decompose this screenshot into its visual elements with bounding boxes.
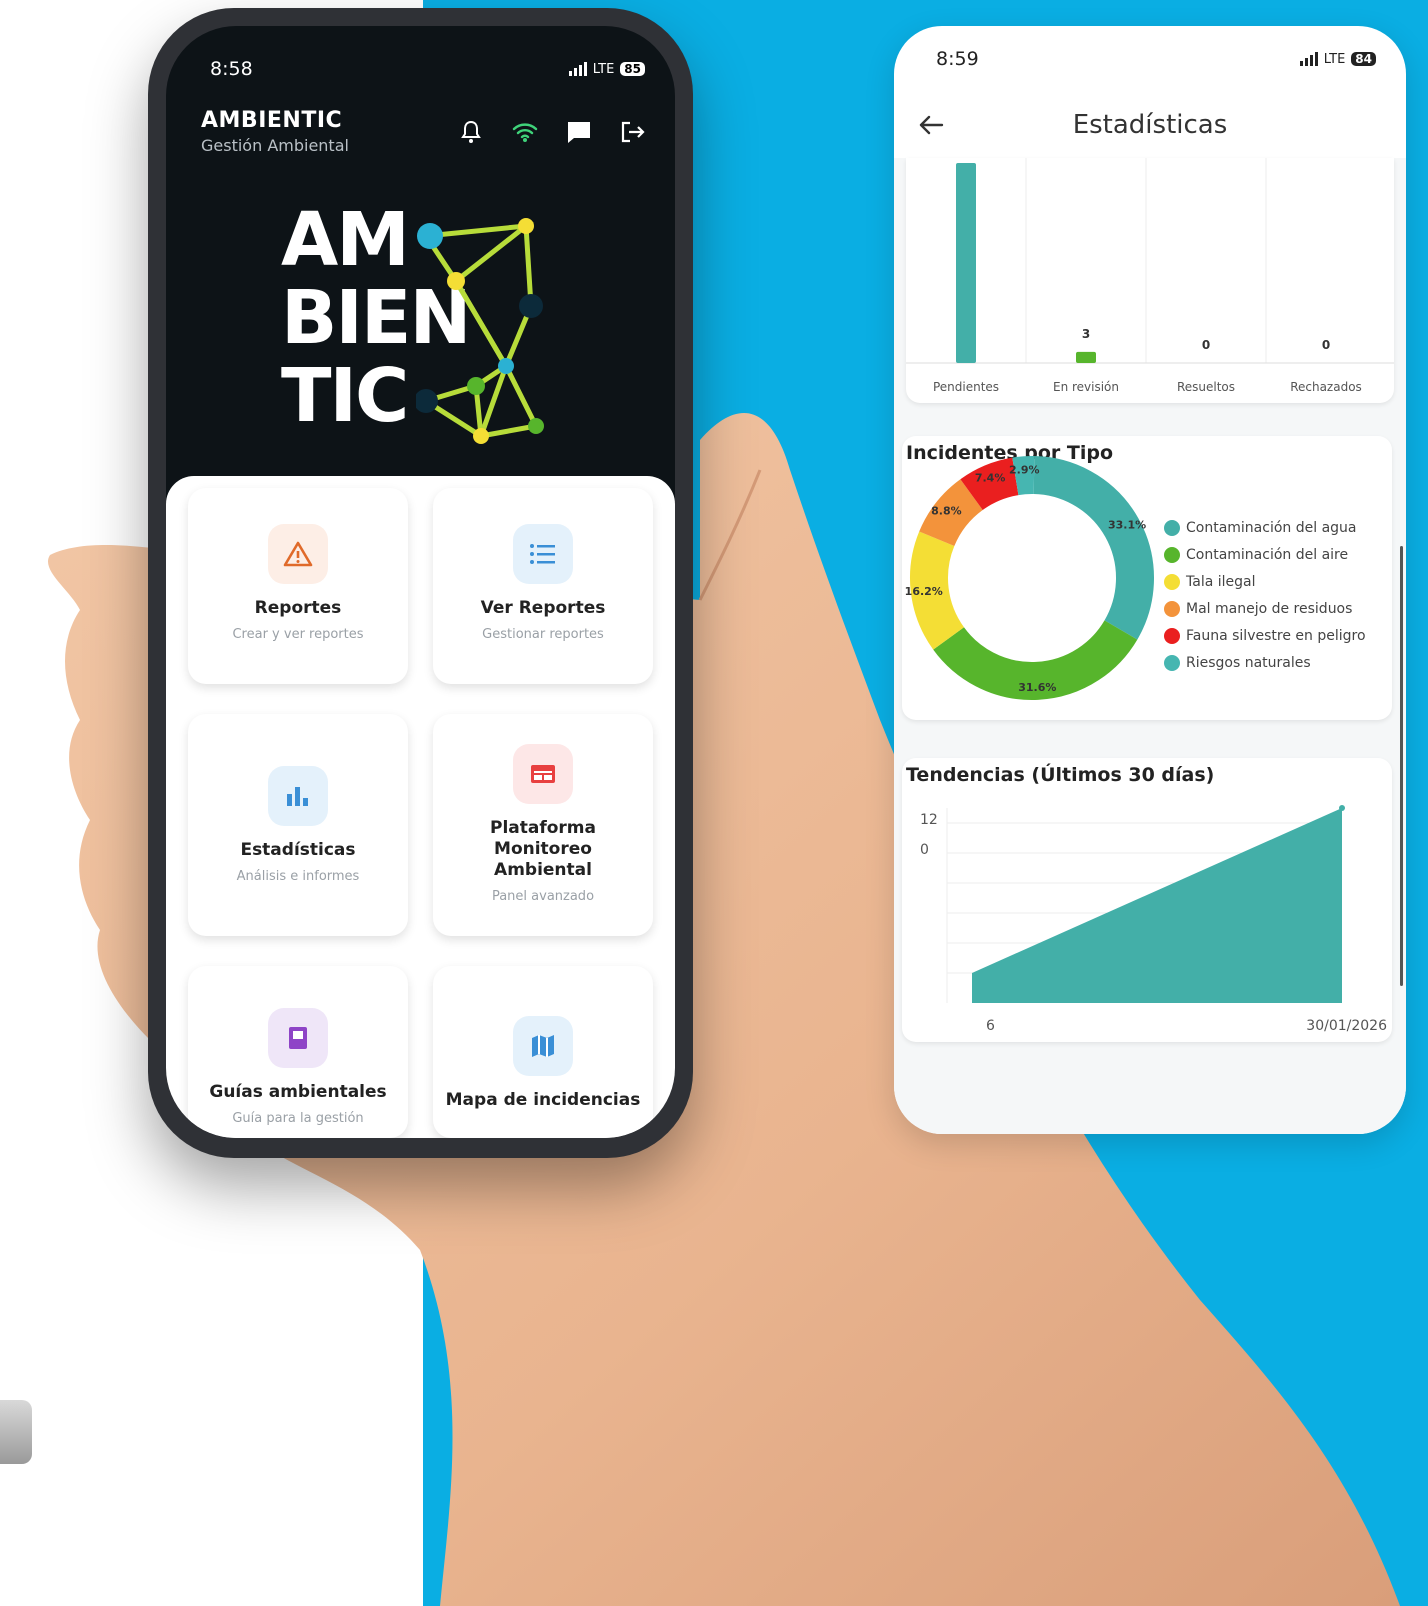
status-bar-chart: Pendientes 3 En revisión 0 Resueltos 0 Rechaza…: [906, 158, 1394, 394]
card-subtitle: Guía para la gestión: [232, 1111, 364, 1126]
legend-swatch: [1164, 573, 1180, 590]
area-x-tick: 30/01/2026: [1306, 1018, 1387, 1034]
app-title: AMBIENTIC: [201, 108, 343, 133]
legend-swatch: [1164, 600, 1180, 617]
status-time: 8:59: [936, 48, 979, 70]
card-title: Guías ambientales: [209, 1082, 387, 1102]
chat-icon[interactable]: [565, 118, 593, 146]
card-subtitle: Gestionar reportes: [482, 627, 604, 642]
card-title: Reportes: [254, 598, 342, 618]
stats-phone: 8:59 LTE 84 Estadísticas Pendientes 3 En r…: [894, 26, 1406, 1134]
network-graphic: [416, 218, 544, 444]
legend-label: Contaminación del agua: [1186, 519, 1357, 536]
legend-swatch: [1164, 546, 1180, 563]
trends-area-chart: 12 0 6 30/01/2026: [920, 805, 1387, 1034]
card-subtitle: Análisis e informes: [236, 869, 360, 884]
donut-slice-label: 7.4%: [975, 471, 1006, 484]
ambientic-logo: AM BIEN TIC: [276, 201, 576, 471]
area-fill: [972, 808, 1342, 1003]
legend-swatch: [1164, 519, 1180, 536]
battery-icon: 84: [1351, 52, 1376, 66]
legend-swatch: [1164, 627, 1180, 644]
incidents-by-type-card: Incidentes por Tipo 33.1% 31.6% 16.2% 8.8% 7…: [902, 436, 1392, 720]
card-title: Estadísticas: [240, 840, 356, 860]
legend-label: Tala ilegal: [1186, 573, 1256, 590]
legend-item: Riesgos naturales: [1164, 649, 1366, 676]
area-x-tick: 6: [986, 1018, 995, 1034]
monitor-icon: [513, 744, 573, 804]
bar-1: [1076, 351, 1096, 363]
book-icon: [268, 1008, 328, 1068]
donut-slice-label: 16.2%: [905, 585, 943, 598]
incidents-donut-chart: 33.1% 31.6% 16.2% 8.8% 7.4%2.9%: [905, 456, 1154, 700]
plataforma-card[interactable]: Plataforma Monitoreo Ambiental Panel ava…: [433, 714, 653, 936]
card-subtitle: Crear y ver reportes: [232, 627, 364, 642]
screen-title: Estadísticas: [1072, 110, 1228, 140]
legend-label: Mal manejo de residuos: [1186, 600, 1353, 617]
mapa-card[interactable]: Mapa de incidencias: [433, 966, 653, 1138]
donut-slice-label: 33.1%: [1108, 519, 1146, 532]
legend-item: Fauna silvestre en peligro: [1164, 622, 1366, 649]
legend-swatch: [1164, 654, 1180, 671]
area-point: [1339, 805, 1345, 811]
bar-value-label: 0: [1202, 338, 1210, 352]
legend-item: Mal manejo de residuos: [1164, 595, 1366, 622]
donut-slice-0: [1033, 456, 1154, 640]
bar-value-label: 3: [1082, 327, 1090, 341]
card-title: Mapa de incidencias: [445, 1090, 641, 1110]
bar-category-label: Rechazados: [1290, 380, 1362, 394]
app-subtitle: Gestión Ambiental: [201, 136, 349, 155]
bar-category-label: Pendientes: [933, 380, 999, 394]
legend-label: Riesgos naturales: [1186, 654, 1311, 671]
app-bar: Estadísticas: [894, 104, 1406, 154]
legend-item: Contaminación del aire: [1164, 541, 1366, 568]
legend-label: Fauna silvestre en peligro: [1186, 627, 1366, 644]
bar-category-label: En revisión: [1053, 380, 1119, 394]
estadisticas-card[interactable]: Estadísticas Análisis e informes: [188, 714, 408, 936]
status-bar: 8:59 LTE 84: [936, 48, 1376, 70]
home-phone: 8:58 LTE 85 AMBIENTIC Gestión Ambiental: [148, 8, 693, 1158]
donut-slice-1: [933, 619, 1138, 700]
legend-item: Contaminación del agua: [1164, 514, 1366, 541]
menu-grid: Reportes Crear y ver reportes Ver Report…: [166, 476, 675, 1138]
trends-card: Tendencias (Últimos 30 días) 12 0 6 30/01/2…: [902, 758, 1392, 1042]
status-time: 8:58: [210, 58, 253, 80]
ver-reportes-card[interactable]: Ver Reportes Gestionar reportes: [433, 488, 653, 684]
warning-icon: [268, 524, 328, 584]
card-subtitle: Panel avanzado: [491, 889, 595, 904]
network-label: LTE: [592, 61, 615, 77]
reportes-card[interactable]: Reportes Crear y ver reportes: [188, 488, 408, 684]
signal-icon: [568, 62, 587, 76]
bar-category-label: Resueltos: [1177, 380, 1235, 394]
stats-content: Pendientes 3 En revisión 0 Resueltos 0 Rechaza…: [894, 158, 1406, 1134]
home-screen: 8:58 LTE 85 AMBIENTIC Gestión Ambiental: [166, 26, 675, 1138]
donut-slice-label: 8.8%: [931, 505, 962, 518]
device-puck: [0, 1400, 32, 1464]
donut-slice-label: 31.6%: [1018, 681, 1056, 694]
bar-0: [956, 163, 976, 363]
area-y-tick: 12: [920, 812, 938, 828]
scrollbar[interactable]: [1400, 546, 1403, 986]
status-bar: 8:58 LTE 85: [210, 56, 645, 82]
donut-slice-label: 2.9%: [1009, 463, 1040, 476]
card-title: Plataforma Monitoreo Ambiental: [489, 818, 596, 880]
battery-icon: 85: [620, 62, 645, 76]
card-title: Ver Reportes: [480, 598, 606, 618]
bar-chart-icon: [268, 766, 328, 826]
logout-icon[interactable]: [619, 118, 647, 146]
signal-icon: [1299, 52, 1318, 66]
list-icon: [513, 524, 573, 584]
status-bar-chart-card: Pendientes 3 En revisión 0 Resueltos 0 Rechaza…: [906, 158, 1394, 403]
wifi-icon[interactable]: [511, 118, 539, 146]
area-y-tick: 0: [920, 842, 929, 858]
guias-card[interactable]: Guías ambientales Guía para la gestión: [188, 966, 408, 1138]
donut-legend: Contaminación del agua Contaminación del …: [1164, 514, 1366, 676]
legend-item: Tala ilegal: [1164, 568, 1366, 595]
network-label: LTE: [1323, 51, 1346, 67]
legend-label: Contaminación del aire: [1186, 546, 1349, 563]
map-icon: [513, 1016, 573, 1076]
bar-value-label: 0: [1322, 338, 1330, 352]
bell-icon[interactable]: [457, 118, 485, 146]
